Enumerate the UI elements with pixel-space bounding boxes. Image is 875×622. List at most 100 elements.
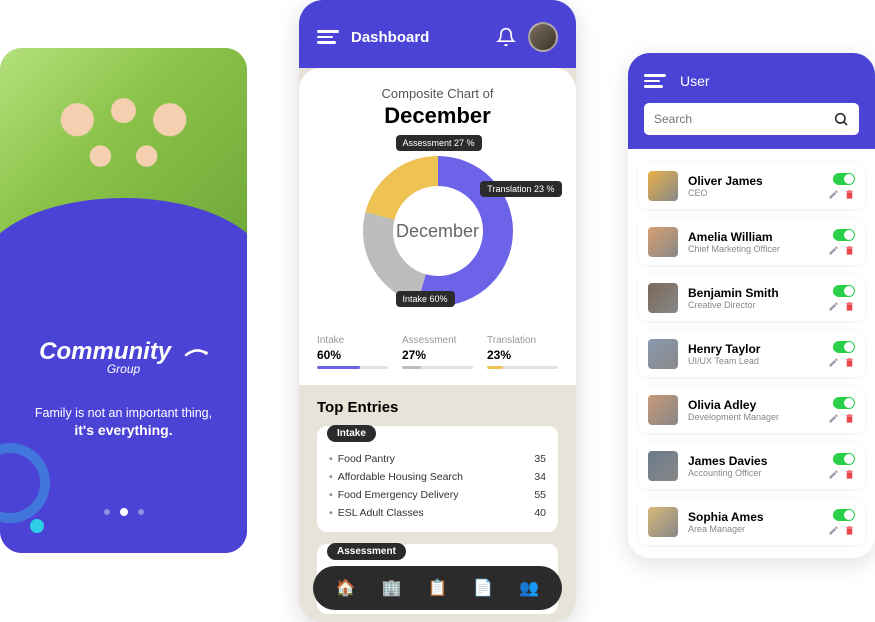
user-role: Chief Marketing Officer <box>688 244 818 254</box>
donut-chart: December Assessment 27 % Translation 23 … <box>348 141 528 321</box>
user-row[interactable]: Amelia William Chief Marketing Officer <box>638 219 865 265</box>
toggle-switch[interactable] <box>833 397 855 409</box>
tagline-1: Family is not an important thing, <box>20 406 227 420</box>
delete-icon[interactable] <box>844 413 855 424</box>
badge-intake: Intake 60% <box>396 291 455 307</box>
avatar <box>648 451 678 481</box>
edit-icon[interactable] <box>828 525 839 536</box>
chart-card: Composite Chart of December December Ass… <box>299 68 576 385</box>
search-icon[interactable] <box>833 111 849 127</box>
stat-item: Intake 60% <box>317 335 388 369</box>
avatar <box>648 171 678 201</box>
delete-icon[interactable] <box>844 301 855 312</box>
edit-icon[interactable] <box>828 301 839 312</box>
toggle-switch[interactable] <box>833 173 855 185</box>
group-tag: Assessment <box>327 543 406 560</box>
user-role: Area Manager <box>688 524 818 534</box>
delete-icon[interactable] <box>844 525 855 536</box>
user-row[interactable]: James Davies Accounting Officer <box>638 443 865 489</box>
bell-icon[interactable] <box>496 27 516 47</box>
user-info: Olivia Adley Development Manager <box>688 398 818 422</box>
user-header: User <box>628 53 875 149</box>
pager-dots[interactable] <box>20 508 227 516</box>
user-role: CEO <box>688 188 818 198</box>
user-actions <box>828 341 855 368</box>
user-actions <box>828 173 855 200</box>
entry-count: 35 <box>534 453 546 465</box>
user-info: Sophia Ames Area Manager <box>688 510 818 534</box>
delete-icon[interactable] <box>844 189 855 200</box>
user-role: UI/UX Team Lead <box>688 356 818 366</box>
delete-icon[interactable] <box>844 357 855 368</box>
avatar[interactable] <box>528 22 558 52</box>
user-info: James Davies Accounting Officer <box>688 454 818 478</box>
splash-screen: Community Group Family is not an importa… <box>0 48 247 553</box>
decor-dot <box>30 519 44 533</box>
entry-row[interactable]: Food Pantry35 <box>329 450 546 468</box>
entry-row[interactable]: Affordable Housing Search34 <box>329 468 546 486</box>
edit-icon[interactable] <box>828 413 839 424</box>
group-tag: Intake <box>327 425 376 442</box>
avatar <box>648 227 678 257</box>
avatar <box>648 507 678 537</box>
edit-icon[interactable] <box>828 245 839 256</box>
user-name: Henry Taylor <box>688 342 818 356</box>
delete-icon[interactable] <box>844 469 855 480</box>
user-row[interactable]: Sophia Ames Area Manager <box>638 499 865 545</box>
nav-home-icon[interactable]: 🏠 <box>335 577 357 599</box>
user-list: Oliver James CEO Amelia William Chief Ma… <box>628 149 875 558</box>
entry-count: 34 <box>534 471 546 483</box>
badge-assessment: Assessment 27 % <box>396 135 482 151</box>
user-info: Amelia William Chief Marketing Officer <box>688 230 818 254</box>
user-name: James Davies <box>688 454 818 468</box>
user-name: Sophia Ames <box>688 510 818 524</box>
user-name: Oliver James <box>688 174 818 188</box>
pager-dot[interactable] <box>104 509 110 515</box>
user-actions <box>828 453 855 480</box>
nav-building-icon[interactable]: 🏢 <box>381 577 403 599</box>
user-info: Benjamin Smith Creative Director <box>688 286 818 310</box>
edit-icon[interactable] <box>828 469 839 480</box>
search-input[interactable] <box>654 112 833 126</box>
user-row[interactable]: Olivia Adley Development Manager <box>638 387 865 433</box>
dashboard-header: Dashboard <box>299 0 576 68</box>
entry-group: Intake Food Pantry35Affordable Housing S… <box>317 426 558 532</box>
entry-label: Affordable Housing Search <box>338 471 535 483</box>
stat-bar <box>487 366 558 369</box>
stat-name: Translation <box>487 335 558 346</box>
search-box[interactable] <box>644 103 859 135</box>
delete-icon[interactable] <box>844 245 855 256</box>
stats-row: Intake 60% Assessment 27% Translation 23… <box>313 335 562 369</box>
toggle-switch[interactable] <box>833 509 855 521</box>
edit-icon[interactable] <box>828 189 839 200</box>
entry-row[interactable]: Food Emergency Delivery55 <box>329 486 546 504</box>
brand-name: Community <box>39 338 171 365</box>
user-role: Accounting Officer <box>688 468 818 478</box>
toggle-switch[interactable] <box>833 341 855 353</box>
stat-value: 23% <box>487 348 558 362</box>
entry-row[interactable]: ESL Adult Classes40 <box>329 504 546 522</box>
user-role: Creative Director <box>688 300 818 310</box>
chart-month: December <box>313 103 562 129</box>
nav-doc-icon[interactable]: 📄 <box>472 577 494 599</box>
toggle-switch[interactable] <box>833 285 855 297</box>
pager-dot[interactable] <box>138 509 144 515</box>
user-actions <box>828 285 855 312</box>
pager-dot-active[interactable] <box>120 508 128 516</box>
stat-value: 60% <box>317 348 388 362</box>
menu-icon[interactable] <box>317 30 339 44</box>
user-row[interactable]: Henry Taylor UI/UX Team Lead <box>638 331 865 377</box>
toggle-switch[interactable] <box>833 229 855 241</box>
toggle-switch[interactable] <box>833 453 855 465</box>
user-row[interactable]: Oliver James CEO <box>638 163 865 209</box>
nav-clipboard-icon[interactable]: 📋 <box>426 577 448 599</box>
menu-icon[interactable] <box>644 74 666 88</box>
page-title: User <box>680 73 710 89</box>
nav-users-icon[interactable]: 👥 <box>518 577 540 599</box>
entry-count: 40 <box>534 507 546 519</box>
swoosh-icon <box>184 338 208 366</box>
user-row[interactable]: Benjamin Smith Creative Director <box>638 275 865 321</box>
family-image <box>8 56 239 238</box>
edit-icon[interactable] <box>828 357 839 368</box>
stat-bar <box>317 366 388 369</box>
